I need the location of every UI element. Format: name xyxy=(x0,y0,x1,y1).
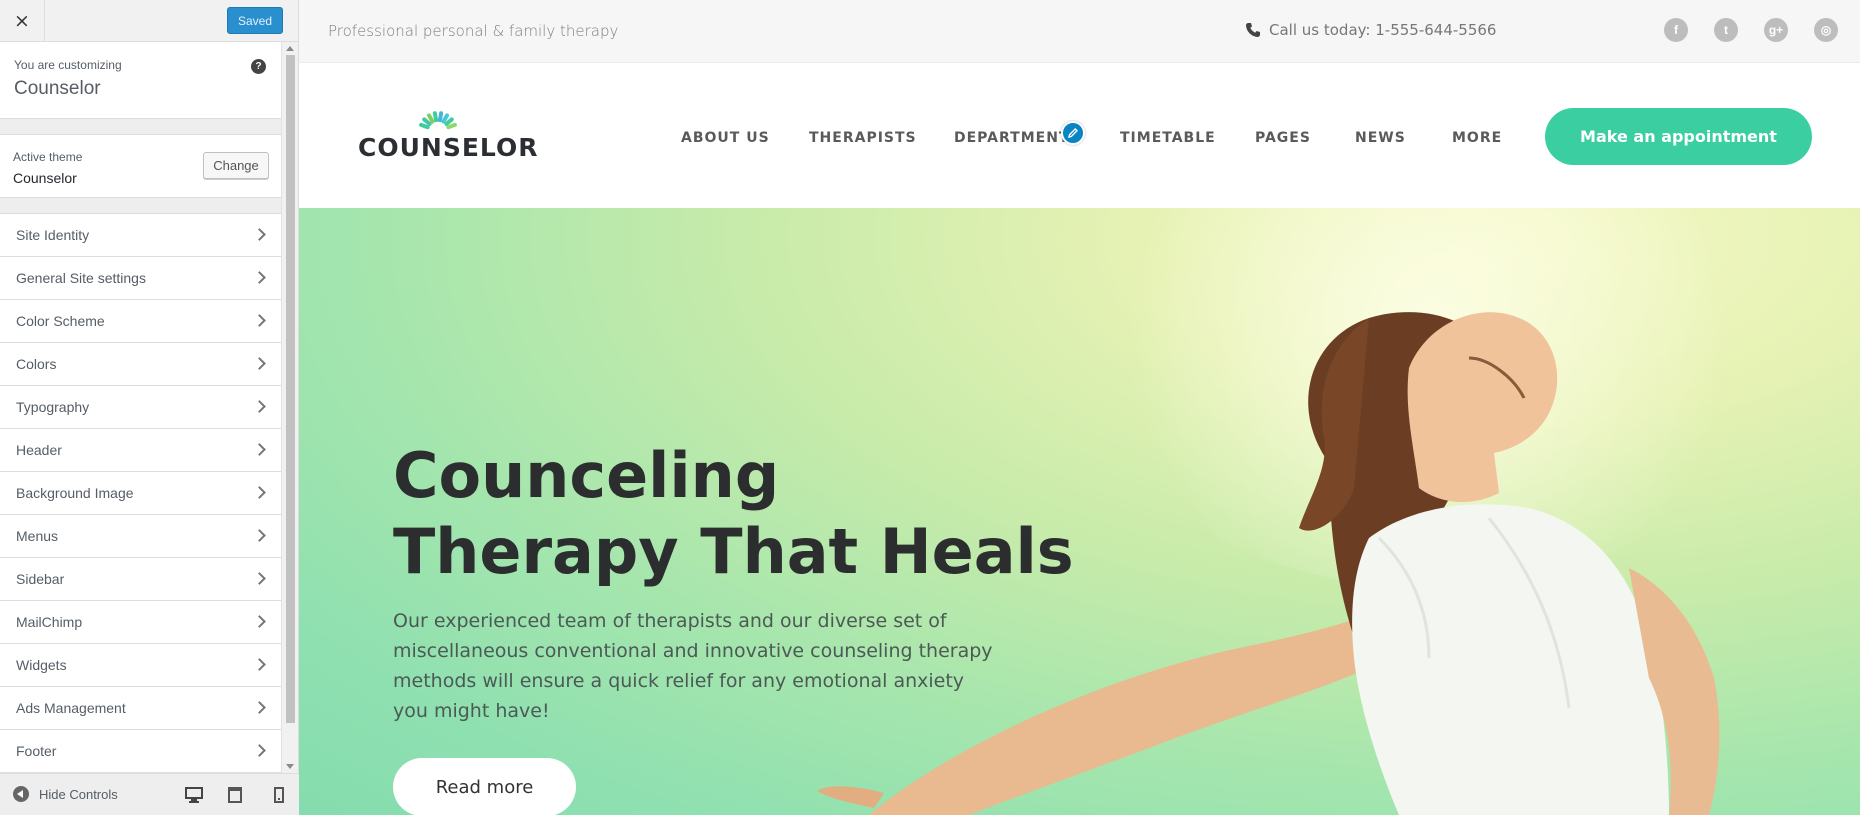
main-navigation-bar: COUNSELOR ABOUT US THERAPISTS DEPARTMENT… xyxy=(299,63,1860,208)
chevron-right-icon xyxy=(253,658,266,671)
read-more-button[interactable]: Read more xyxy=(393,758,576,815)
chevron-right-icon xyxy=(253,744,266,757)
facebook-icon[interactable]: f xyxy=(1664,18,1688,42)
section-label: Site Identity xyxy=(16,227,90,243)
help-icon[interactable]: ? xyxy=(251,59,266,74)
section-label: MailChimp xyxy=(16,614,83,630)
googleplus-icon[interactable]: g+ xyxy=(1764,18,1788,42)
site-tagline: Professional personal & family therapy xyxy=(328,22,619,40)
chevron-right-icon xyxy=(253,400,266,413)
chevron-right-icon xyxy=(253,271,266,284)
customizer-header: × Saved xyxy=(0,0,298,42)
desktop-preview-icon[interactable] xyxy=(185,787,203,803)
hero-title: Counceling Therapy That Heals xyxy=(393,438,1093,590)
section-sidebar[interactable]: Sidebar xyxy=(0,558,282,601)
section-background-image[interactable]: Background Image xyxy=(0,472,282,515)
chevron-right-icon xyxy=(253,228,266,241)
section-mailchimp[interactable]: MailChimp xyxy=(0,601,282,644)
phone-text: Call us today: 1-555-644-5566 xyxy=(1269,21,1497,39)
section-site-identity[interactable]: Site Identity xyxy=(0,214,282,257)
customizing-info: You are customizing Counselor ? xyxy=(0,42,282,119)
customizing-label: You are customizing xyxy=(14,58,122,72)
scrollbar-thumb[interactable] xyxy=(286,55,295,723)
section-label: Color Scheme xyxy=(16,313,105,329)
instagram-icon[interactable]: ◎ xyxy=(1814,18,1838,42)
section-label: Background Image xyxy=(16,485,134,501)
customizer-panel: × Saved You are customizing Counselor ? … xyxy=(0,0,299,815)
chevron-right-icon xyxy=(253,357,266,370)
site-topbar: Professional personal & family therapy C… xyxy=(299,0,1860,63)
section-general-site-settings[interactable]: General Site settings xyxy=(0,257,282,300)
divider xyxy=(0,119,282,134)
nav-more[interactable]: MORE xyxy=(1452,130,1502,146)
change-theme-button[interactable]: Change xyxy=(203,152,269,179)
site-name: Counselor xyxy=(14,78,101,99)
section-label: Ads Management xyxy=(16,700,126,716)
nav-timetable[interactable]: TIMETABLE xyxy=(1120,130,1216,146)
mobile-preview-icon[interactable] xyxy=(270,787,288,803)
section-header[interactable]: Header xyxy=(0,429,282,472)
site-preview: Professional personal & family therapy C… xyxy=(299,0,1860,815)
chevron-right-icon xyxy=(253,529,266,542)
section-label: Menus xyxy=(16,528,59,544)
edit-pencil-icon[interactable] xyxy=(1061,121,1085,145)
section-label: Colors xyxy=(16,356,57,372)
section-label: Widgets xyxy=(16,657,67,673)
collapse-icon xyxy=(13,786,29,802)
scroll-up-icon[interactable] xyxy=(286,46,294,51)
hero-banner: Counceling Therapy That Heals Our experi… xyxy=(299,208,1860,815)
hero-title-line2: Therapy That Heals xyxy=(393,515,1074,588)
chevron-right-icon xyxy=(253,572,266,585)
section-label: Header xyxy=(16,442,62,458)
logo-text: COUNSELOR xyxy=(358,133,539,162)
chevron-right-icon xyxy=(253,486,266,499)
hero-description: Our experienced team of therapists and o… xyxy=(393,610,993,722)
hide-controls-button[interactable]: Hide Controls xyxy=(13,786,118,802)
make-appointment-button[interactable]: Make an appointment xyxy=(1545,108,1812,165)
tablet-preview-icon[interactable] xyxy=(226,787,244,803)
scroll-down-icon[interactable] xyxy=(286,764,294,769)
section-label: Footer xyxy=(16,743,57,759)
section-label: Typography xyxy=(16,399,90,415)
nav-about-us[interactable]: ABOUT US xyxy=(681,130,770,146)
phone-icon xyxy=(1246,23,1260,37)
chevron-right-icon xyxy=(253,443,266,456)
customizer-footer: Hide Controls xyxy=(0,773,299,815)
section-widgets[interactable]: Widgets xyxy=(0,644,282,687)
section-colors[interactable]: Colors xyxy=(0,343,282,386)
section-typography[interactable]: Typography xyxy=(0,386,282,429)
customizer-scrollbar[interactable] xyxy=(281,42,298,773)
section-color-scheme[interactable]: Color Scheme xyxy=(0,300,282,343)
section-footer[interactable]: Footer xyxy=(0,730,282,773)
close-icon[interactable]: × xyxy=(0,0,45,42)
section-label: Sidebar xyxy=(16,571,65,587)
nav-pages[interactable]: PAGES xyxy=(1255,130,1311,146)
chevron-right-icon xyxy=(253,615,266,628)
section-label: General Site settings xyxy=(16,270,146,286)
section-ads-management[interactable]: Ads Management xyxy=(0,687,282,730)
section-menus[interactable]: Menus xyxy=(0,515,282,558)
twitter-icon[interactable]: t xyxy=(1714,18,1738,42)
divider xyxy=(0,198,282,213)
phone-info: Call us today: 1-555-644-5566 xyxy=(1245,21,1496,39)
active-theme-panel: Active theme Counselor Change xyxy=(0,134,282,198)
chevron-right-icon xyxy=(253,314,266,327)
saved-button[interactable]: Saved xyxy=(227,7,283,34)
nav-department[interactable]: DEPARTMENT xyxy=(954,130,1069,146)
nav-news[interactable]: NEWS xyxy=(1355,130,1406,146)
nav-therapists[interactable]: THERAPISTS xyxy=(809,130,917,146)
site-logo[interactable]: COUNSELOR xyxy=(358,105,537,165)
hide-controls-label: Hide Controls xyxy=(39,786,118,802)
customizer-scroll-area: You are customizing Counselor ? Active t… xyxy=(0,42,282,773)
chevron-right-icon xyxy=(253,701,266,714)
hero-title-line1: Counceling xyxy=(393,439,780,512)
logo-sunburst-icon xyxy=(419,111,457,130)
customizer-sections: Site Identity General Site settings Colo… xyxy=(0,213,282,773)
